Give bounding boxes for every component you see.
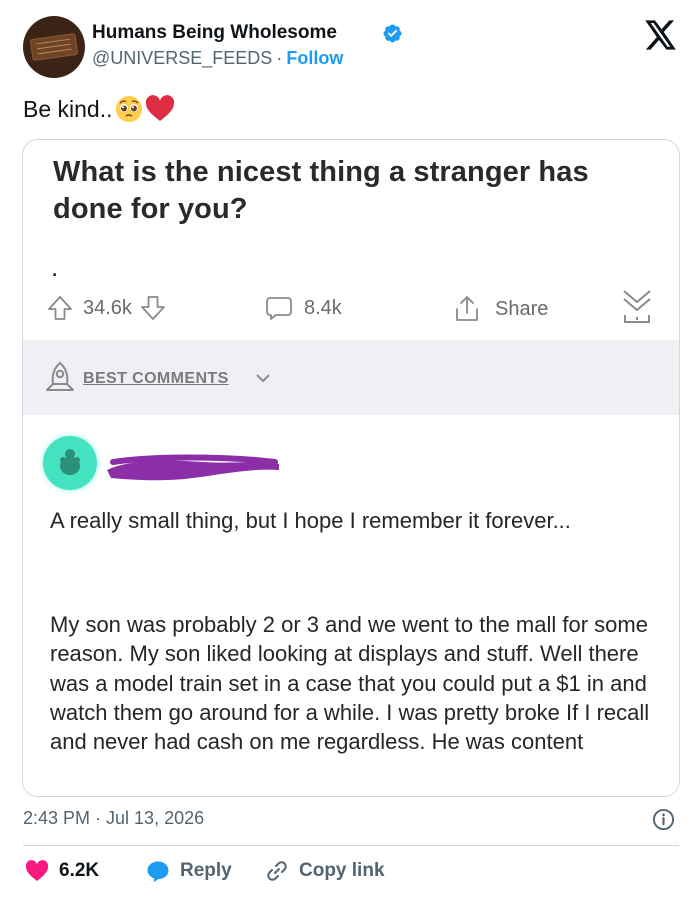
- post-action-bar: 34.6k 8.4k Share: [23, 285, 679, 335]
- upvote-count: 34.6k: [83, 296, 132, 319]
- share-group: Share: [451, 293, 548, 325]
- share-icon: [456, 296, 478, 321]
- verified-badge-icon: [383, 24, 402, 43]
- account-handle[interactable]: @UNIVERSE_FEEDS: [92, 48, 272, 68]
- best-comments-bar: BEST COMMENTS: [23, 340, 679, 415]
- media-image[interactable]: What is the nicest thing a stranger has …: [22, 139, 680, 797]
- pleading-face-emoji-icon: [115, 96, 142, 122]
- comment-body-text: My son was probably 2 or 3 and we went t…: [50, 612, 650, 755]
- comment-bubble-icon: [266, 297, 292, 320]
- link-icon: [267, 861, 287, 881]
- chevron-down-icon: [256, 374, 270, 383]
- footer-divider: [23, 845, 679, 846]
- heart-icon: [25, 860, 49, 881]
- collapse-chevrons-icon: [623, 290, 651, 323]
- tweet-text-content: Be kind..: [23, 95, 113, 122]
- comment-cutoff: [23, 784, 679, 796]
- comment-lead-text: A really small thing, but I hope I remem…: [50, 508, 571, 533]
- vote-group: 34.6k: [45, 293, 168, 323]
- comment-count: 8.4k: [304, 296, 342, 319]
- avatar-plaque-image: [29, 32, 79, 62]
- account-name[interactable]: Humans Being Wholesome: [92, 22, 337, 44]
- x-logo-icon[interactable]: [645, 20, 677, 50]
- like-button[interactable]: 6.2K: [25, 858, 99, 884]
- post-title: What is the nicest thing a stranger has …: [53, 156, 589, 225]
- comment-group: 8.4k: [264, 293, 342, 323]
- account-avatar[interactable]: [23, 16, 85, 78]
- info-icon[interactable]: [652, 808, 675, 831]
- redacted-username-mark: [107, 454, 279, 481]
- downvote-arrow-icon: [141, 296, 165, 320]
- copy-link-button[interactable]: Copy link: [265, 858, 385, 884]
- collapse-thread-button: [620, 287, 654, 327]
- like-count: 6.2K: [59, 860, 100, 881]
- reply-label: Reply: [180, 860, 232, 881]
- upvote-arrow-icon: [48, 296, 72, 320]
- best-comments-label: BEST COMMENTS: [83, 370, 229, 387]
- post-body: .: [51, 252, 59, 282]
- tweet-text: Be kind..: [23, 95, 175, 123]
- red-heart-emoji-icon: [145, 95, 174, 121]
- snoo-avatar-icon: [60, 449, 80, 475]
- reply-bubble-icon: [147, 861, 169, 882]
- account-handle-row: @UNIVERSE_FEEDS · Follow: [92, 48, 343, 69]
- commenter-avatar: [43, 436, 97, 490]
- copy-link-label: Copy link: [299, 860, 385, 881]
- rocket-sort-icon: [46, 361, 74, 391]
- share-label: Share: [495, 297, 549, 320]
- reply-button[interactable]: Reply: [146, 858, 232, 884]
- tweet-timestamp[interactable]: 2:43 PM · Jul 13, 2026: [23, 808, 204, 829]
- handle-separator: ·: [276, 48, 283, 68]
- follow-button[interactable]: Follow: [286, 48, 343, 68]
